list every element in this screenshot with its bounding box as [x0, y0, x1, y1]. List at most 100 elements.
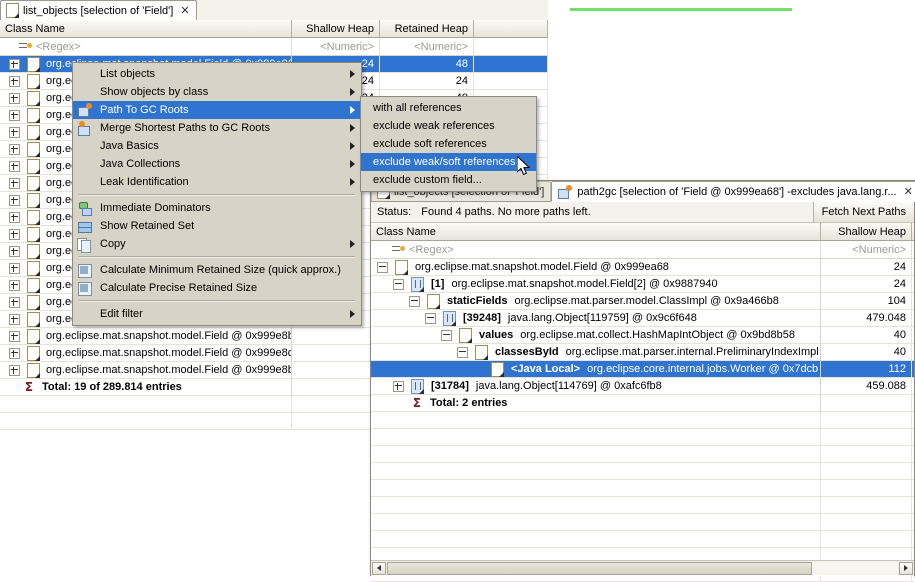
- close-icon[interactable]: ✕: [904, 185, 913, 198]
- tree-row[interactable]: classesById org.eclipse.mat.parser.intern…: [371, 344, 914, 361]
- expand-icon[interactable]: [9, 58, 20, 70]
- menu-item-copy[interactable]: Copy: [73, 235, 361, 253]
- object-icon: [27, 107, 40, 123]
- menu-item-java-collections[interactable]: Java Collections: [73, 155, 361, 173]
- submenu-item-label: exclude soft references: [373, 138, 487, 150]
- menu-item-leak-identification[interactable]: Leak Identification: [73, 173, 361, 191]
- tree-row[interactable]: Σ Total: 2 entries: [371, 395, 914, 412]
- tree-row[interactable]: staticFields org.eclipse.mat.parser.model…: [371, 293, 914, 310]
- tree-row[interactable]: values org.eclipse.mat.collect.HashMapInt…: [371, 327, 914, 344]
- scrollbar-thumb[interactable]: [387, 561, 812, 575]
- path2gc-icon: [557, 184, 573, 199]
- left-filter-cell-3[interactable]: [474, 38, 548, 55]
- menu-item-calculate-minimum-retained-size-quick-approx[interactable]: Calculate Minimum Retained Size (quick a…: [73, 261, 361, 279]
- menu-item-show-retained-set[interactable]: Show Retained Set: [73, 217, 361, 235]
- tree-row[interactable]: org.eclipse.mat.snapshot.model.Field @ 0…: [371, 259, 914, 276]
- menu-item-immediate-dominators[interactable]: Immediate Dominators: [73, 199, 361, 217]
- expand-icon[interactable]: [9, 347, 20, 359]
- expand-icon[interactable]: [9, 177, 20, 189]
- expand-icon[interactable]: [457, 346, 468, 358]
- expand-icon[interactable]: [377, 261, 388, 273]
- tree-row[interactable]: [1] org.eclipse.mat.snapshot.model.Field[…: [371, 276, 914, 293]
- expand-icon[interactable]: [9, 245, 20, 257]
- tree-row-shallow-heap: 112: [821, 361, 912, 377]
- scroll-left-button[interactable]: [372, 561, 386, 575]
- menu-item-path-to-gc-roots[interactable]: Path To GC Roots: [73, 101, 361, 119]
- expand-icon[interactable]: [425, 312, 436, 324]
- expand-icon[interactable]: [9, 228, 20, 240]
- expand-icon[interactable]: [9, 109, 20, 121]
- right-col-header-1[interactable]: Shallow Heap: [821, 223, 912, 240]
- right-tab-1[interactable]: path2gc [selection of 'Field @ 0x999ea68…: [551, 181, 915, 202]
- menu-item-list-objects[interactable]: List objects: [73, 65, 361, 83]
- tree-row-class-name: java.lang.Object[114769] @ 0xafc6fb8: [475, 380, 662, 392]
- empty-cell: [821, 480, 912, 496]
- tree-row[interactable]: [39248] java.lang.Object[119759] @ 0x9c6f…: [371, 310, 914, 327]
- scrollbar-track[interactable]: [812, 561, 898, 575]
- left-filter-cell-2[interactable]: <Numeric>: [380, 38, 474, 55]
- icon-copy-icon: [77, 237, 93, 253]
- menu-item-edit-filter[interactable]: Edit filter: [73, 305, 361, 323]
- tab-list-objects[interactable]: list_objects [selection of 'Field'] ✕: [0, 0, 197, 21]
- tree-row[interactable]: [31784] java.lang.Object[114769] @ 0xafc6…: [371, 378, 914, 395]
- right-col-header-0[interactable]: Class Name: [371, 223, 821, 240]
- close-icon[interactable]: ✕: [180, 4, 189, 17]
- left-col-header-2[interactable]: Retained Heap: [380, 20, 474, 37]
- object-icon: [27, 260, 40, 276]
- expand-icon[interactable]: [9, 143, 20, 155]
- submenu-item-exclude-weak-references[interactable]: exclude weak references: [361, 117, 536, 135]
- right-filter-cell-1[interactable]: <Numeric>: [821, 241, 912, 258]
- empty-cell: [371, 531, 821, 547]
- scroll-right-button[interactable]: [899, 561, 913, 575]
- menu-item-java-basics[interactable]: Java Basics: [73, 137, 361, 155]
- expand-icon[interactable]: [393, 278, 404, 290]
- expand-icon[interactable]: [9, 194, 20, 206]
- left-filter-cell-0[interactable]: <Regex>: [0, 38, 292, 55]
- left-col-header-1[interactable]: Shallow Heap: [292, 20, 380, 37]
- expand-icon[interactable]: [9, 211, 20, 223]
- horizontal-scrollbar[interactable]: [371, 560, 914, 575]
- menu-item-label: Show objects by class: [100, 86, 209, 98]
- menu-item-calculate-precise-retained-size[interactable]: Calculate Precise Retained Size: [73, 279, 361, 297]
- tree-row-prefix: Total: 2 entries: [430, 397, 508, 409]
- left-filter-row[interactable]: <Regex> <Numeric> <Numeric>: [0, 38, 548, 56]
- expand-icon[interactable]: [9, 160, 20, 172]
- expand-icon[interactable]: [9, 296, 20, 308]
- expand-icon[interactable]: [9, 262, 20, 274]
- expand-icon[interactable]: [393, 380, 404, 392]
- submenu-item-exclude-custom-field[interactable]: exclude custom field...: [361, 171, 536, 189]
- icon-calc-icon: [77, 263, 93, 278]
- expand-icon[interactable]: [9, 313, 20, 325]
- left-col-header-0[interactable]: Class Name: [0, 20, 292, 37]
- expand-icon[interactable]: [9, 126, 20, 138]
- submenu-arrow-icon: [350, 88, 355, 96]
- submenu-item-exclude-soft-references[interactable]: exclude soft references: [361, 135, 536, 153]
- array-object-icon: [411, 378, 424, 394]
- expand-icon[interactable]: [441, 329, 452, 341]
- left-col-header-3[interactable]: [474, 20, 548, 37]
- left-filter-cell-1[interactable]: <Numeric>: [292, 38, 380, 55]
- menu-item-show-objects-by-class[interactable]: Show objects by class: [73, 83, 361, 101]
- menu-item-merge-shortest-paths-to-gc-roots[interactable]: Merge Shortest Paths to GC Roots: [73, 119, 361, 137]
- menu-icon-placeholder: [77, 175, 93, 189]
- tree-row[interactable]: <Java Local> org.eclipse.core.internal.jo…: [371, 361, 914, 378]
- expand-icon[interactable]: [9, 279, 20, 291]
- submenu-item-label: exclude custom field...: [373, 174, 482, 186]
- expand-icon[interactable]: [9, 364, 20, 376]
- empty-cell: [821, 463, 912, 479]
- row-cell-3: [474, 73, 548, 89]
- submenu-item-with-all-references[interactable]: with all references: [361, 99, 536, 117]
- context-menu[interactable]: List objects Show objects by class Path To…: [72, 62, 362, 326]
- menu-icon-placeholder: [77, 67, 93, 81]
- right-filter-row[interactable]: <Regex> <Numeric>: [371, 241, 914, 259]
- expand-icon[interactable]: [9, 75, 20, 87]
- tree-row-shallow-heap: 40: [821, 327, 912, 343]
- tree-row-shallow-heap: 479.048: [821, 310, 912, 326]
- expand-icon[interactable]: [409, 295, 420, 307]
- fetch-next-paths-button[interactable]: Fetch Next Paths: [812, 202, 914, 222]
- submenu-item-exclude-weak-soft-references[interactable]: exclude weak/soft references: [361, 153, 536, 171]
- right-filter-cell-0[interactable]: <Regex>: [371, 241, 821, 258]
- path-to-gc-roots-submenu[interactable]: with all references exclude weak referenc…: [360, 96, 537, 192]
- expand-icon[interactable]: [9, 330, 20, 342]
- expand-icon[interactable]: [9, 92, 20, 104]
